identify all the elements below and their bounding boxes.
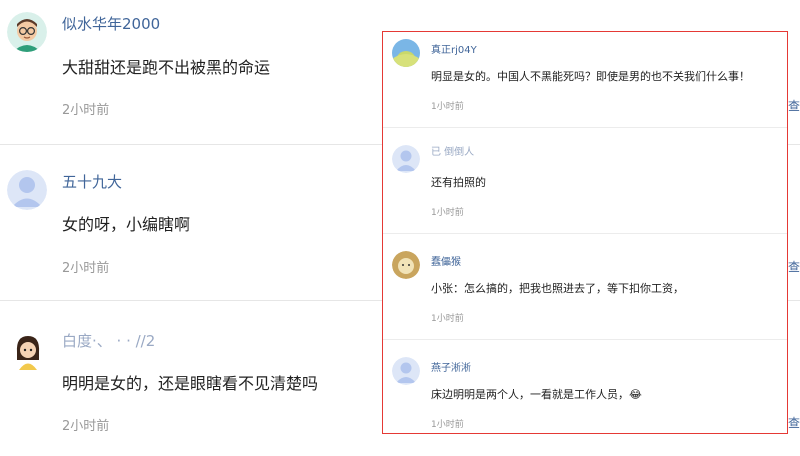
comment-username[interactable]: 白度·、 · · //2 xyxy=(62,330,155,351)
avatar[interactable] xyxy=(392,251,420,279)
avatar[interactable] xyxy=(7,170,47,210)
comment-username[interactable]: 似水华年2000 xyxy=(62,13,160,34)
view-replies-link[interactable]: 查 xyxy=(788,414,800,431)
comment-username[interactable]: 五十九大 xyxy=(62,171,122,192)
view-replies-link[interactable]: 查 xyxy=(788,258,800,275)
reply-text: 明显是女的。中国人不黑能死吗？即使是男的也不关我们什么事！ xyxy=(431,70,750,83)
reply-item: 真正rj04Y 明显是女的。中国人不黑能死吗？即使是男的也不关我们什么事！ 1小… xyxy=(383,32,787,138)
replies-panel: 真正rj04Y 明显是女的。中国人不黑能死吗？即使是男的也不关我们什么事！ 1小… xyxy=(382,31,788,434)
reply-item: 已 倒倒人 还有拍照的 1小时前 xyxy=(383,138,787,244)
reply-item: 蠢儡猴 小张：怎么搞的，把我也照进去了，等下扣你工资， 1小时前 xyxy=(383,244,787,350)
divider xyxy=(383,339,787,340)
avatar[interactable] xyxy=(8,330,48,370)
reply-text: 还有拍照的 xyxy=(431,176,486,189)
reply-time: 1小时前 xyxy=(431,102,464,112)
reply-username[interactable]: 已 倒倒人 xyxy=(431,143,474,158)
reply-text: 小张：怎么搞的，把我也照进去了，等下扣你工资， xyxy=(431,282,684,295)
avatar[interactable] xyxy=(392,357,420,385)
comment-time: 2小时前 xyxy=(62,103,110,118)
view-replies-link[interactable]: 查 xyxy=(788,97,800,114)
avatar[interactable] xyxy=(7,12,47,52)
reply-text: 床边明明是两个人，一看就是工作人员，😂 xyxy=(431,388,642,401)
reply-username[interactable]: 燕子淅淅 xyxy=(431,359,471,374)
reply-time: 1小时前 xyxy=(431,314,464,324)
avatar[interactable] xyxy=(392,145,420,173)
comment-text: 女的呀，小编瞎啊 xyxy=(62,215,191,234)
avatar[interactable] xyxy=(392,39,420,67)
reply-item: 燕子淅淅 床边明明是两个人，一看就是工作人员，😂 1小时前 xyxy=(383,350,787,433)
reply-time: 1小时前 xyxy=(431,420,464,430)
divider xyxy=(383,233,787,234)
reply-time: 1小时前 xyxy=(431,208,464,218)
comment-text: 大甜甜还是跑不出被黑的命运 xyxy=(62,58,271,77)
comment-time: 2小时前 xyxy=(62,261,110,276)
comment-text: 明明是女的，还是眼瞎看不见清楚吗 xyxy=(62,374,319,393)
divider xyxy=(383,127,787,128)
comment-time: 2小时前 xyxy=(62,419,110,434)
reply-username[interactable]: 真正rj04Y xyxy=(431,41,477,56)
reply-username[interactable]: 蠢儡猴 xyxy=(431,253,461,268)
